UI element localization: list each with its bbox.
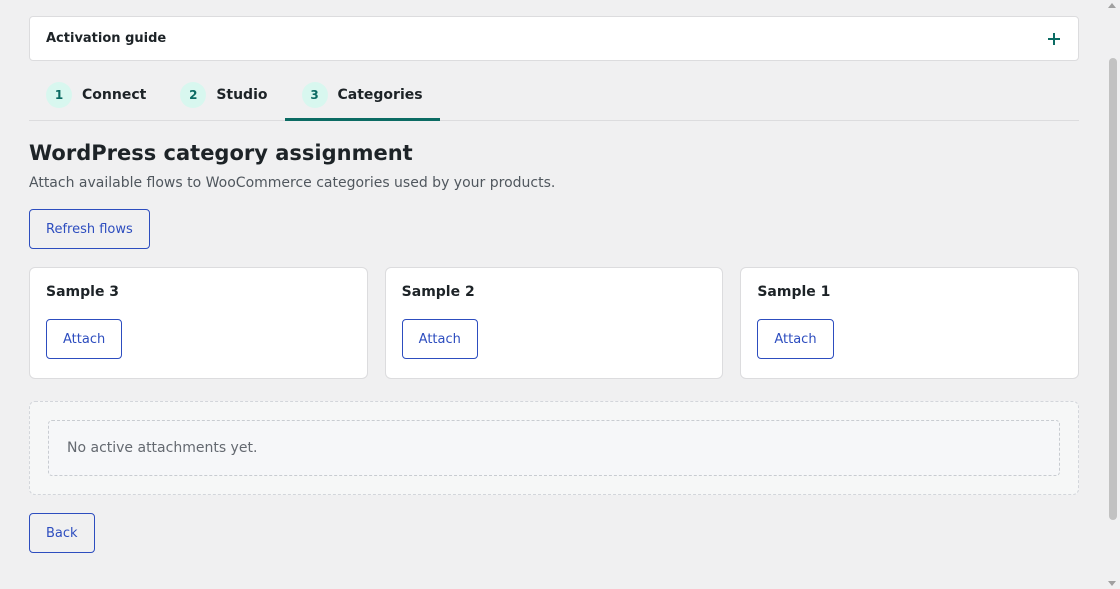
tab-connect[interactable]: 1 Connect [29,76,163,121]
tab-number: 2 [180,82,207,108]
attach-button[interactable]: Attach [401,319,478,359]
main-container: Activation guide 1 Connect 2 Studio 3 Ca… [29,16,1080,553]
back-button[interactable]: Back [29,513,95,553]
page: Activation guide 1 Connect 2 Studio 3 Ca… [0,0,1120,589]
tab-categories[interactable]: 3 Categories [284,76,440,121]
step-tabs: 1 Connect 2 Studio 3 Categories [29,61,1079,121]
flow-card: Sample 3 Attach [29,267,368,379]
scroll-up-arrow-icon[interactable] [1108,3,1116,8]
flow-name: Sample 3 [46,284,120,300]
tab-label: Studio [216,87,268,103]
flow-card: Sample 1 Attach [740,267,1080,379]
flow-name: Sample 2 [401,284,475,300]
flow-card: Sample 2 Attach [384,267,724,379]
tab-studio[interactable]: 2 Studio [163,76,284,121]
plus-icon[interactable] [1048,32,1060,45]
page-title: WordPress category assignment [29,141,413,165]
scroll-down-arrow-icon[interactable] [1108,581,1116,586]
refresh-flows-button[interactable]: Refresh flows [29,209,150,249]
flow-cards: Sample 3 Attach Sample 2 Attach Sample 1… [29,267,1080,379]
page-description: Attach available flows to WooCommerce ca… [29,175,556,191]
empty-attachments-message: No active attachments yet. [48,420,1060,476]
tab-label: Connect [82,87,147,103]
tab-label: Categories [337,87,423,103]
tab-number: 1 [46,82,72,108]
accordion-title: Activation guide [46,31,167,46]
vertical-scrollbar[interactable] [1105,0,1120,589]
flow-name: Sample 1 [757,284,831,300]
active-attachments-panel: No active attachments yet. [29,401,1079,495]
attach-button[interactable]: Attach [757,319,834,359]
tab-number: 3 [301,82,328,108]
activation-guide-accordion[interactable]: Activation guide [29,16,1079,61]
scroll-thumb[interactable] [1109,58,1117,520]
attach-button[interactable]: Attach [46,319,123,359]
